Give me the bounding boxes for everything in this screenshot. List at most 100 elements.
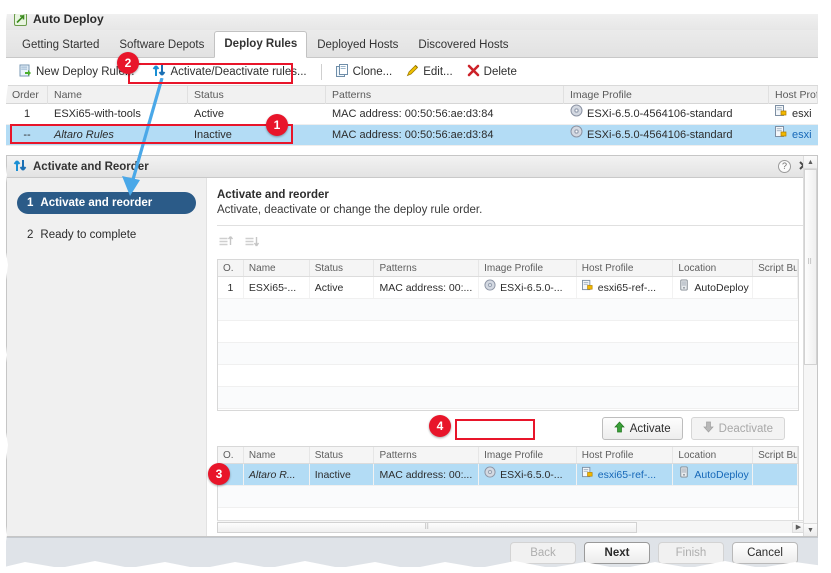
cell-name: ESXi65-with-tools (54, 107, 141, 120)
location-icon (678, 464, 690, 485)
cell-image-profile: ESXi-6.5.0-4564106-standard (564, 104, 769, 125)
wizard-title: Activate and Reorder (33, 160, 149, 173)
image-profile-text: ESXi-6.5.0-4564106-standard (587, 107, 733, 120)
location-icon (678, 277, 690, 298)
edit-label: Edit... (423, 65, 453, 78)
column-header-status[interactable]: Status (310, 447, 375, 463)
vertical-scrollbar[interactable]: ▲ ⠿ ▼ (803, 156, 817, 536)
cell-order: 1 (218, 277, 244, 298)
wizard-step-ready-to-complete[interactable]: 2 Ready to complete (17, 224, 196, 246)
cell-host-profile: esxi65-ref-... (577, 464, 674, 485)
move-up-icon[interactable] (219, 235, 234, 251)
reorder-tools (217, 226, 817, 259)
cell-script-bundle (753, 277, 798, 298)
clone-button[interactable]: Clone... (330, 61, 399, 83)
cell-patterns: MAC address: 00:... (374, 277, 480, 298)
screenshot-root: Auto Deploy Getting Started Software Dep… (0, 0, 831, 573)
wizard-step-activate-and-reorder[interactable]: 1 Activate and reorder (17, 192, 196, 214)
column-header-script-bundle[interactable]: Script Bu (753, 260, 798, 276)
column-header-order[interactable]: Order (6, 86, 48, 104)
activate-label: Activate (629, 422, 671, 435)
host-profile-text: esxi (792, 107, 812, 120)
column-header-status[interactable]: Status (310, 260, 375, 276)
table-row[interactable]: 1 ESXi65-... Active MAC address: 00:... … (218, 277, 798, 299)
column-header-image-profile[interactable]: Image Profile (479, 447, 577, 463)
column-header-script-bundle[interactable]: Script Bu (753, 447, 798, 463)
host-profile-icon (775, 104, 788, 125)
hscroll-thumb[interactable]: ⠿ (217, 521, 637, 533)
image-profile-text: ESXi-6.5.0-... (500, 281, 563, 294)
activate-deactivate-row: Activate Deactivate (217, 411, 799, 446)
delete-label: Delete (483, 65, 517, 78)
image-profile-icon (484, 464, 496, 485)
step-number: 1 (27, 197, 34, 209)
cell-name: Altaro R... (244, 464, 310, 485)
column-header-order[interactable]: O. (218, 447, 244, 463)
column-header-status[interactable]: Status (188, 86, 326, 104)
column-header-patterns[interactable]: Patterns (326, 86, 564, 104)
cell-image-profile: ESXi-6.5.0-4564106-standard (564, 125, 769, 146)
cell-patterns: MAC address: 00:... (374, 464, 480, 485)
cell-patterns: MAC address: 00:50:56:ae:d3:84 (332, 128, 494, 141)
arrow-down-grey-icon (702, 421, 714, 436)
edit-pencil-icon (406, 64, 419, 80)
deploy-rules-grid: Order Name Status Patterns Image Profile… (6, 86, 818, 154)
horizontal-scrollbar[interactable]: ⠿ ▶ (217, 520, 805, 533)
cell-location: AutoDeploy (673, 277, 754, 298)
table-row-empty (218, 365, 798, 387)
location-text: AutoDeploy (694, 281, 749, 294)
auto-deploy-icon (14, 12, 27, 26)
vscroll-down-arrow[interactable]: ▼ (804, 523, 817, 536)
host-profile-link[interactable]: esxi65-ref-... (598, 464, 656, 485)
tab-deployed-hosts[interactable]: Deployed Hosts (307, 32, 408, 58)
column-header-name[interactable]: Name (48, 86, 188, 104)
tab-getting-started[interactable]: Getting Started (12, 32, 109, 58)
column-header-order[interactable]: O. (218, 260, 244, 276)
column-header-host-profile[interactable]: Host Profile (769, 86, 818, 104)
clone-icon (335, 63, 349, 80)
column-header-host-profile[interactable]: Host Profile (577, 447, 674, 463)
column-header-image-profile[interactable]: Image Profile (564, 86, 769, 104)
question-mark-icon[interactable]: ? (778, 160, 791, 173)
delete-button[interactable]: Delete (461, 61, 523, 83)
column-header-location[interactable]: Location (673, 447, 754, 463)
new-rule-icon (19, 64, 32, 80)
column-header-name[interactable]: Name (244, 447, 310, 463)
wizard-body: 1 Activate and reorder 2 Ready to comple… (7, 156, 817, 536)
tab-deploy-rules[interactable]: Deploy Rules (214, 31, 308, 58)
torn-edge-left (0, 0, 9, 573)
activate-deactivate-rules-button[interactable]: Activate/Deactivate rules... (146, 61, 312, 83)
location-link[interactable]: AutoDeploy (694, 464, 748, 485)
column-header-host-profile[interactable]: Host Profile (577, 260, 674, 276)
table-row[interactable]: 1 ESXi65-with-tools Active MAC address: … (6, 104, 818, 125)
activate-and-reorder-wizard: Activate and Reorder ? 1 Activate and re… (6, 155, 818, 537)
vscroll-thumb[interactable]: ⠿ (804, 169, 817, 365)
column-header-image-profile[interactable]: Image Profile (479, 260, 577, 276)
content-title: Activate and reorder (217, 189, 329, 201)
vscroll-up-arrow[interactable]: ▲ (804, 156, 817, 169)
edit-button[interactable]: Edit... (400, 61, 458, 83)
image-profile-icon (484, 277, 496, 298)
cell-host-profile: esxi (769, 104, 818, 125)
arrow-up-green-icon (613, 421, 625, 436)
column-header-name[interactable]: Name (244, 260, 310, 276)
step-number: 2 (27, 229, 34, 241)
host-profile-icon (775, 125, 788, 146)
cell-host-profile: esxi65-ref-... (577, 277, 674, 298)
grip-icon: ⠿ (424, 524, 430, 531)
column-header-location[interactable]: Location (673, 260, 754, 276)
cell-patterns: MAC address: 00:50:56:ae:d3:84 (332, 107, 494, 120)
table-row[interactable]: -- Altaro Rules Inactive MAC address: 00… (6, 125, 818, 146)
move-down-icon[interactable] (245, 235, 260, 251)
host-profile-link[interactable]: esxi (792, 125, 812, 146)
tab-discovered-hosts[interactable]: Discovered Hosts (408, 32, 518, 58)
column-header-patterns[interactable]: Patterns (374, 447, 480, 463)
delete-x-icon (467, 64, 480, 80)
activate-reorder-icon (13, 159, 27, 175)
table-row[interactable]: Altaro R... Inactive MAC address: 00:...… (218, 464, 798, 486)
cell-status: Inactive (310, 464, 375, 485)
image-profile-icon (570, 104, 583, 125)
activate-button[interactable]: Activate (601, 417, 683, 440)
deactivate-button[interactable]: Deactivate (690, 417, 785, 440)
column-header-patterns[interactable]: Patterns (374, 260, 480, 276)
